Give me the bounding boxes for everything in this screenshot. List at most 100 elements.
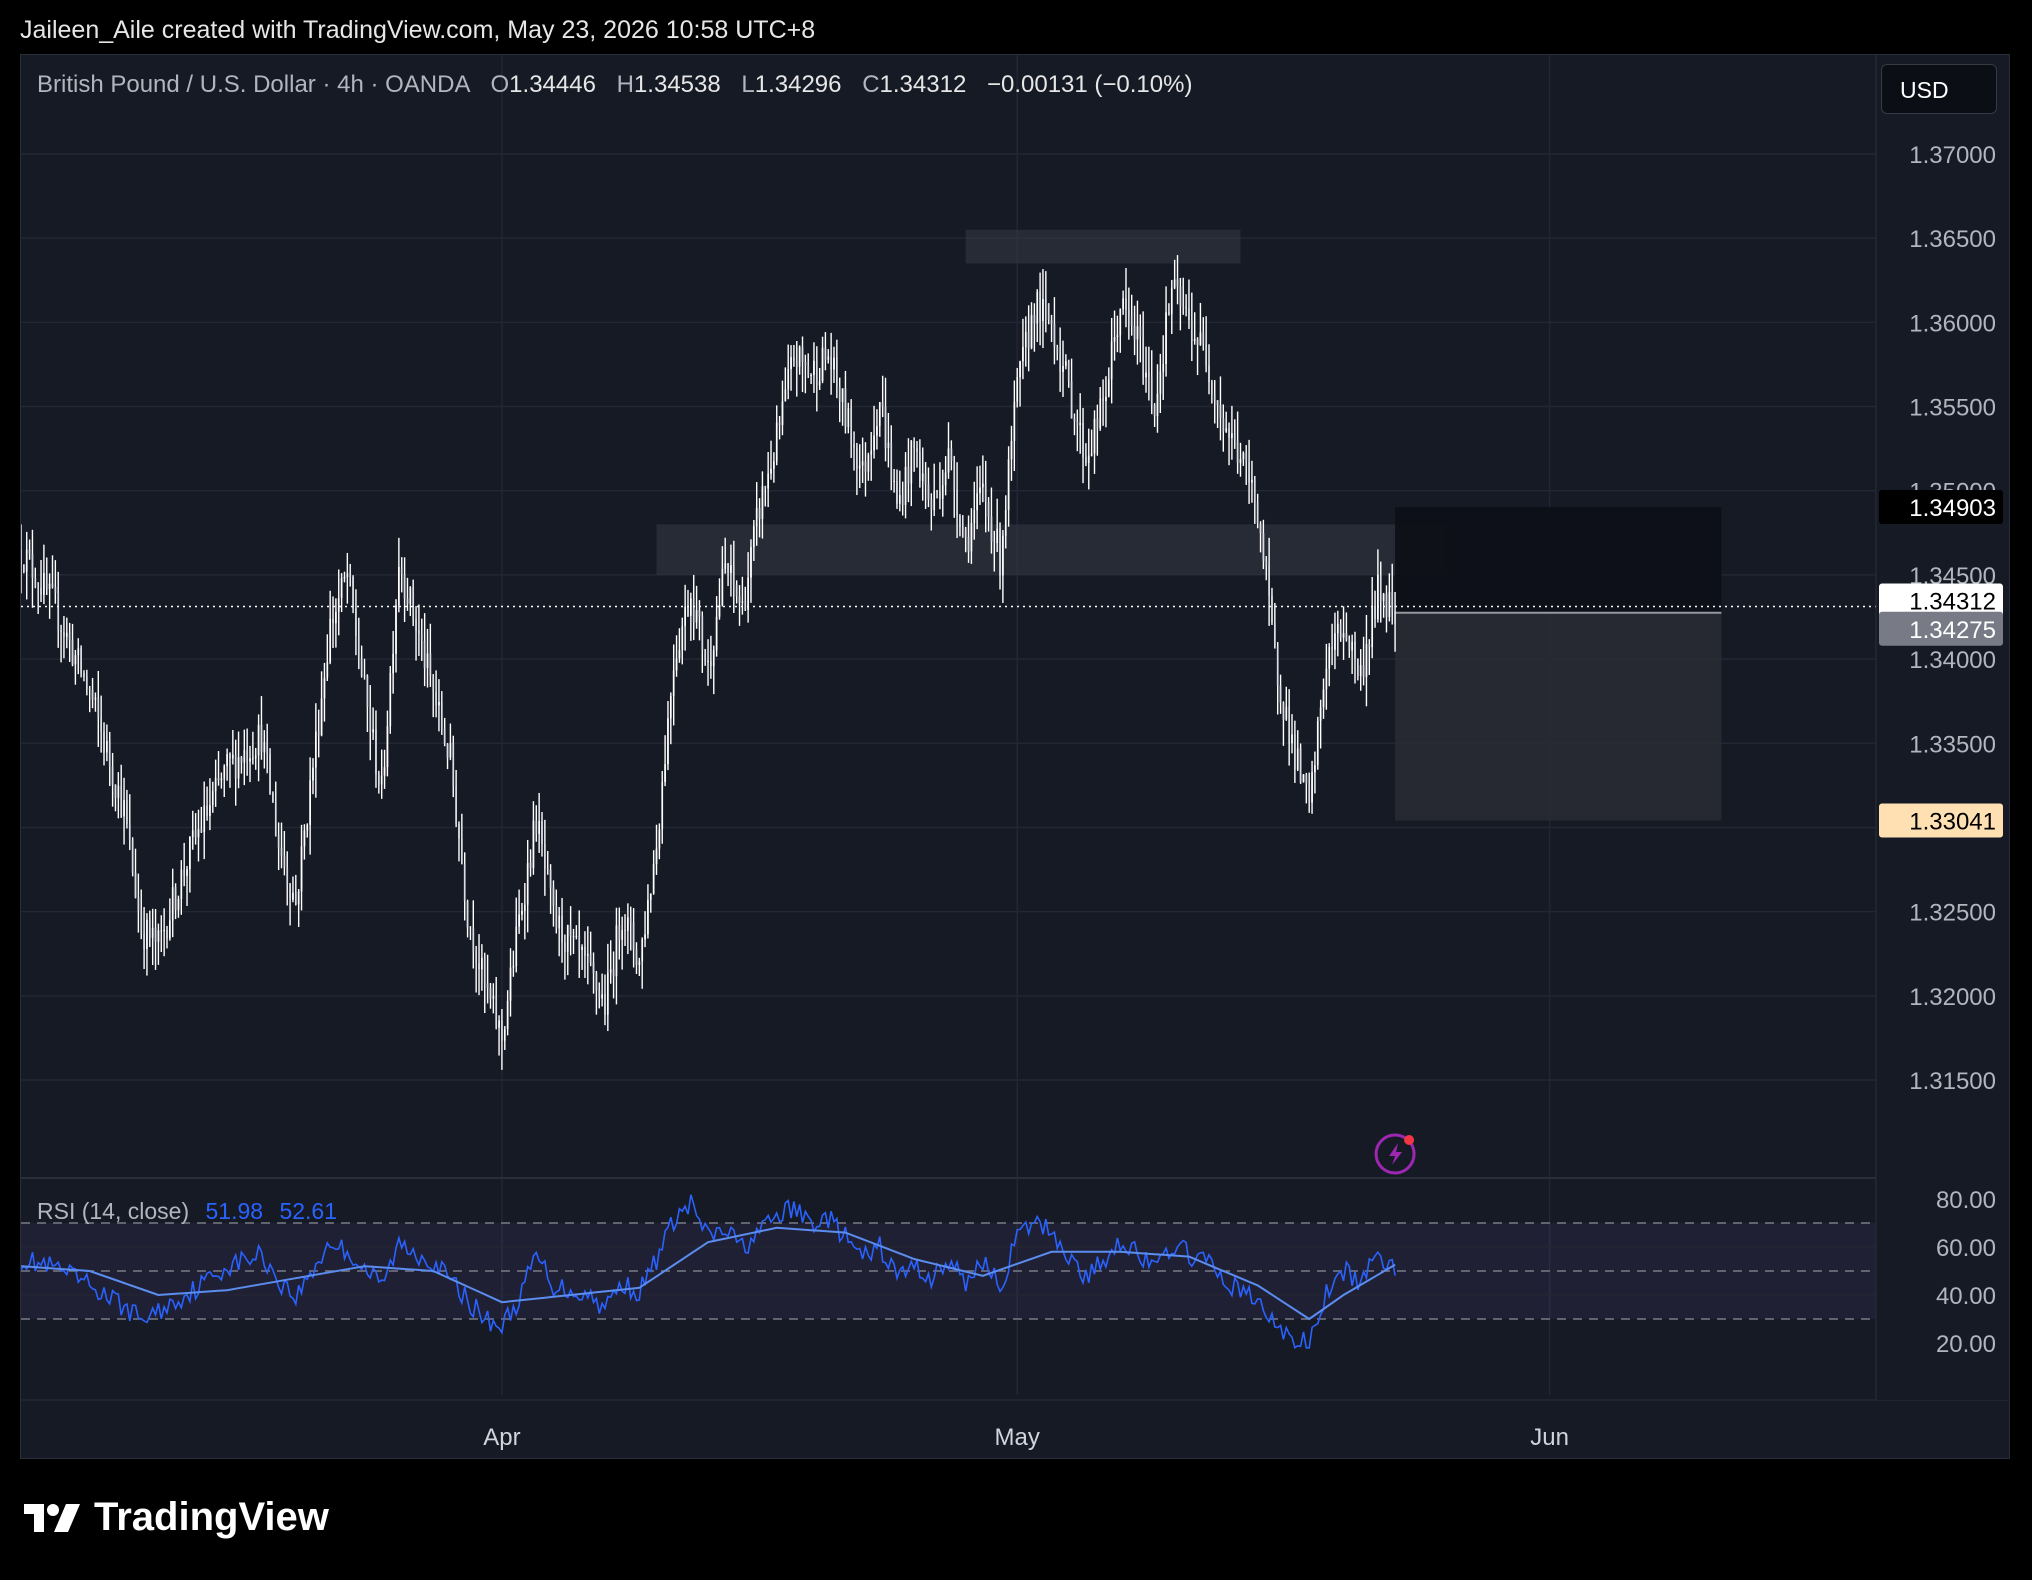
candle-body	[143, 934, 145, 949]
close-value: 1.34312	[879, 71, 967, 98]
candle-body	[1153, 405, 1156, 417]
candle-body	[695, 610, 698, 623]
candle-body	[712, 650, 715, 667]
candle-body	[472, 927, 475, 953]
candle-body	[257, 724, 260, 756]
currency-button[interactable]: USD	[1881, 64, 1997, 114]
candle-body	[489, 987, 492, 999]
candle-body	[589, 953, 592, 963]
candle-body	[45, 573, 48, 590]
candle-body	[1362, 665, 1365, 677]
candle-body	[1302, 774, 1305, 782]
candle-body	[274, 802, 277, 836]
candle-body	[827, 356, 830, 360]
candle-body	[1176, 279, 1179, 287]
candle-body	[377, 774, 380, 785]
candle-body	[286, 867, 289, 885]
candle-body	[1082, 422, 1084, 458]
candle-body	[363, 675, 366, 677]
candle-body	[446, 743, 449, 758]
candle-body	[1036, 291, 1039, 324]
candle-body	[535, 820, 538, 835]
candle-body	[744, 601, 747, 610]
candle-body	[990, 516, 993, 542]
candle-body	[438, 701, 440, 706]
candle-body	[947, 448, 950, 473]
price-axis-label: 1.32000	[1909, 984, 1996, 1011]
candle-body	[103, 731, 105, 753]
low-value: 1.34296	[754, 71, 842, 98]
candle-body	[1127, 309, 1130, 317]
candle-body	[481, 957, 483, 970]
current-price-tag: 1.34312	[1909, 589, 1996, 616]
candle-body	[532, 820, 535, 868]
candle-body	[941, 485, 944, 499]
candle-body	[352, 577, 354, 609]
candle-body	[1105, 396, 1107, 402]
candle-body	[1296, 748, 1299, 770]
candle-body	[63, 632, 65, 637]
candle-body	[835, 357, 838, 386]
candle-body	[309, 780, 311, 825]
candle-body	[1125, 298, 1127, 310]
candle-body	[1065, 361, 1067, 366]
open-value: 1.34446	[509, 71, 596, 98]
candle-body	[575, 935, 578, 937]
chart-area[interactable]: Apr May Jun 1.37000 1.36500 1.36000 1.35500 1.…	[20, 54, 2010, 1459]
candle-body	[1039, 291, 1041, 322]
candle-body	[1044, 299, 1047, 304]
candle-body	[440, 701, 443, 729]
candle-body	[787, 369, 790, 390]
price-axis-label: 1.34000	[1909, 647, 1996, 674]
candle-body	[715, 616, 718, 651]
candle-body	[1162, 363, 1165, 372]
candle-body	[398, 566, 400, 606]
candle-body	[987, 502, 990, 517]
chart-canvas[interactable]: Apr May Jun 1.37000 1.36500 1.36000 1.35500 1.…	[21, 55, 2010, 1459]
candle-body	[380, 775, 383, 785]
price-axis-label: 1.31500	[1909, 1068, 1996, 1095]
candle-body	[337, 597, 340, 612]
candle-body	[117, 785, 120, 798]
candle-body	[1279, 685, 1282, 703]
candle-body	[40, 587, 42, 595]
candle-body	[944, 472, 947, 486]
candle-body	[269, 754, 271, 794]
rsi-label: RSI (14, close)	[37, 1198, 190, 1224]
candle-body	[967, 537, 970, 552]
candle-body	[1110, 341, 1113, 380]
candle-body	[306, 824, 309, 831]
candle-body	[1262, 533, 1265, 562]
candle-body	[335, 611, 337, 624]
candle-body	[658, 829, 661, 849]
candle-body	[1314, 765, 1316, 773]
candle-body	[415, 618, 417, 631]
candle-body	[1377, 574, 1379, 620]
candle-body	[876, 426, 878, 436]
candle-body	[1053, 323, 1056, 347]
candle-body	[297, 891, 300, 905]
alert-badge-dot	[1404, 1135, 1415, 1145]
candle-body	[183, 869, 186, 876]
tradingview-logo: TradingView	[22, 1495, 329, 1540]
candle-body	[426, 653, 429, 669]
candle-body	[615, 925, 618, 977]
candle-body	[661, 782, 664, 830]
candle-body	[833, 357, 835, 370]
candle-body	[326, 661, 329, 678]
candle-body	[698, 610, 701, 616]
candle-body	[1013, 401, 1016, 442]
candle-body	[1107, 379, 1110, 397]
candle-body	[1351, 641, 1353, 651]
candle-body	[432, 676, 435, 692]
candle-body	[913, 440, 916, 449]
candle-body	[1334, 633, 1336, 650]
candle-body	[807, 365, 810, 376]
candle-body	[672, 670, 675, 697]
candle-body	[1190, 320, 1193, 342]
candle-body	[552, 887, 555, 906]
candle-body	[1319, 707, 1322, 722]
candle-body	[97, 697, 100, 718]
candle-body	[83, 673, 85, 677]
candle-body	[323, 677, 326, 699]
